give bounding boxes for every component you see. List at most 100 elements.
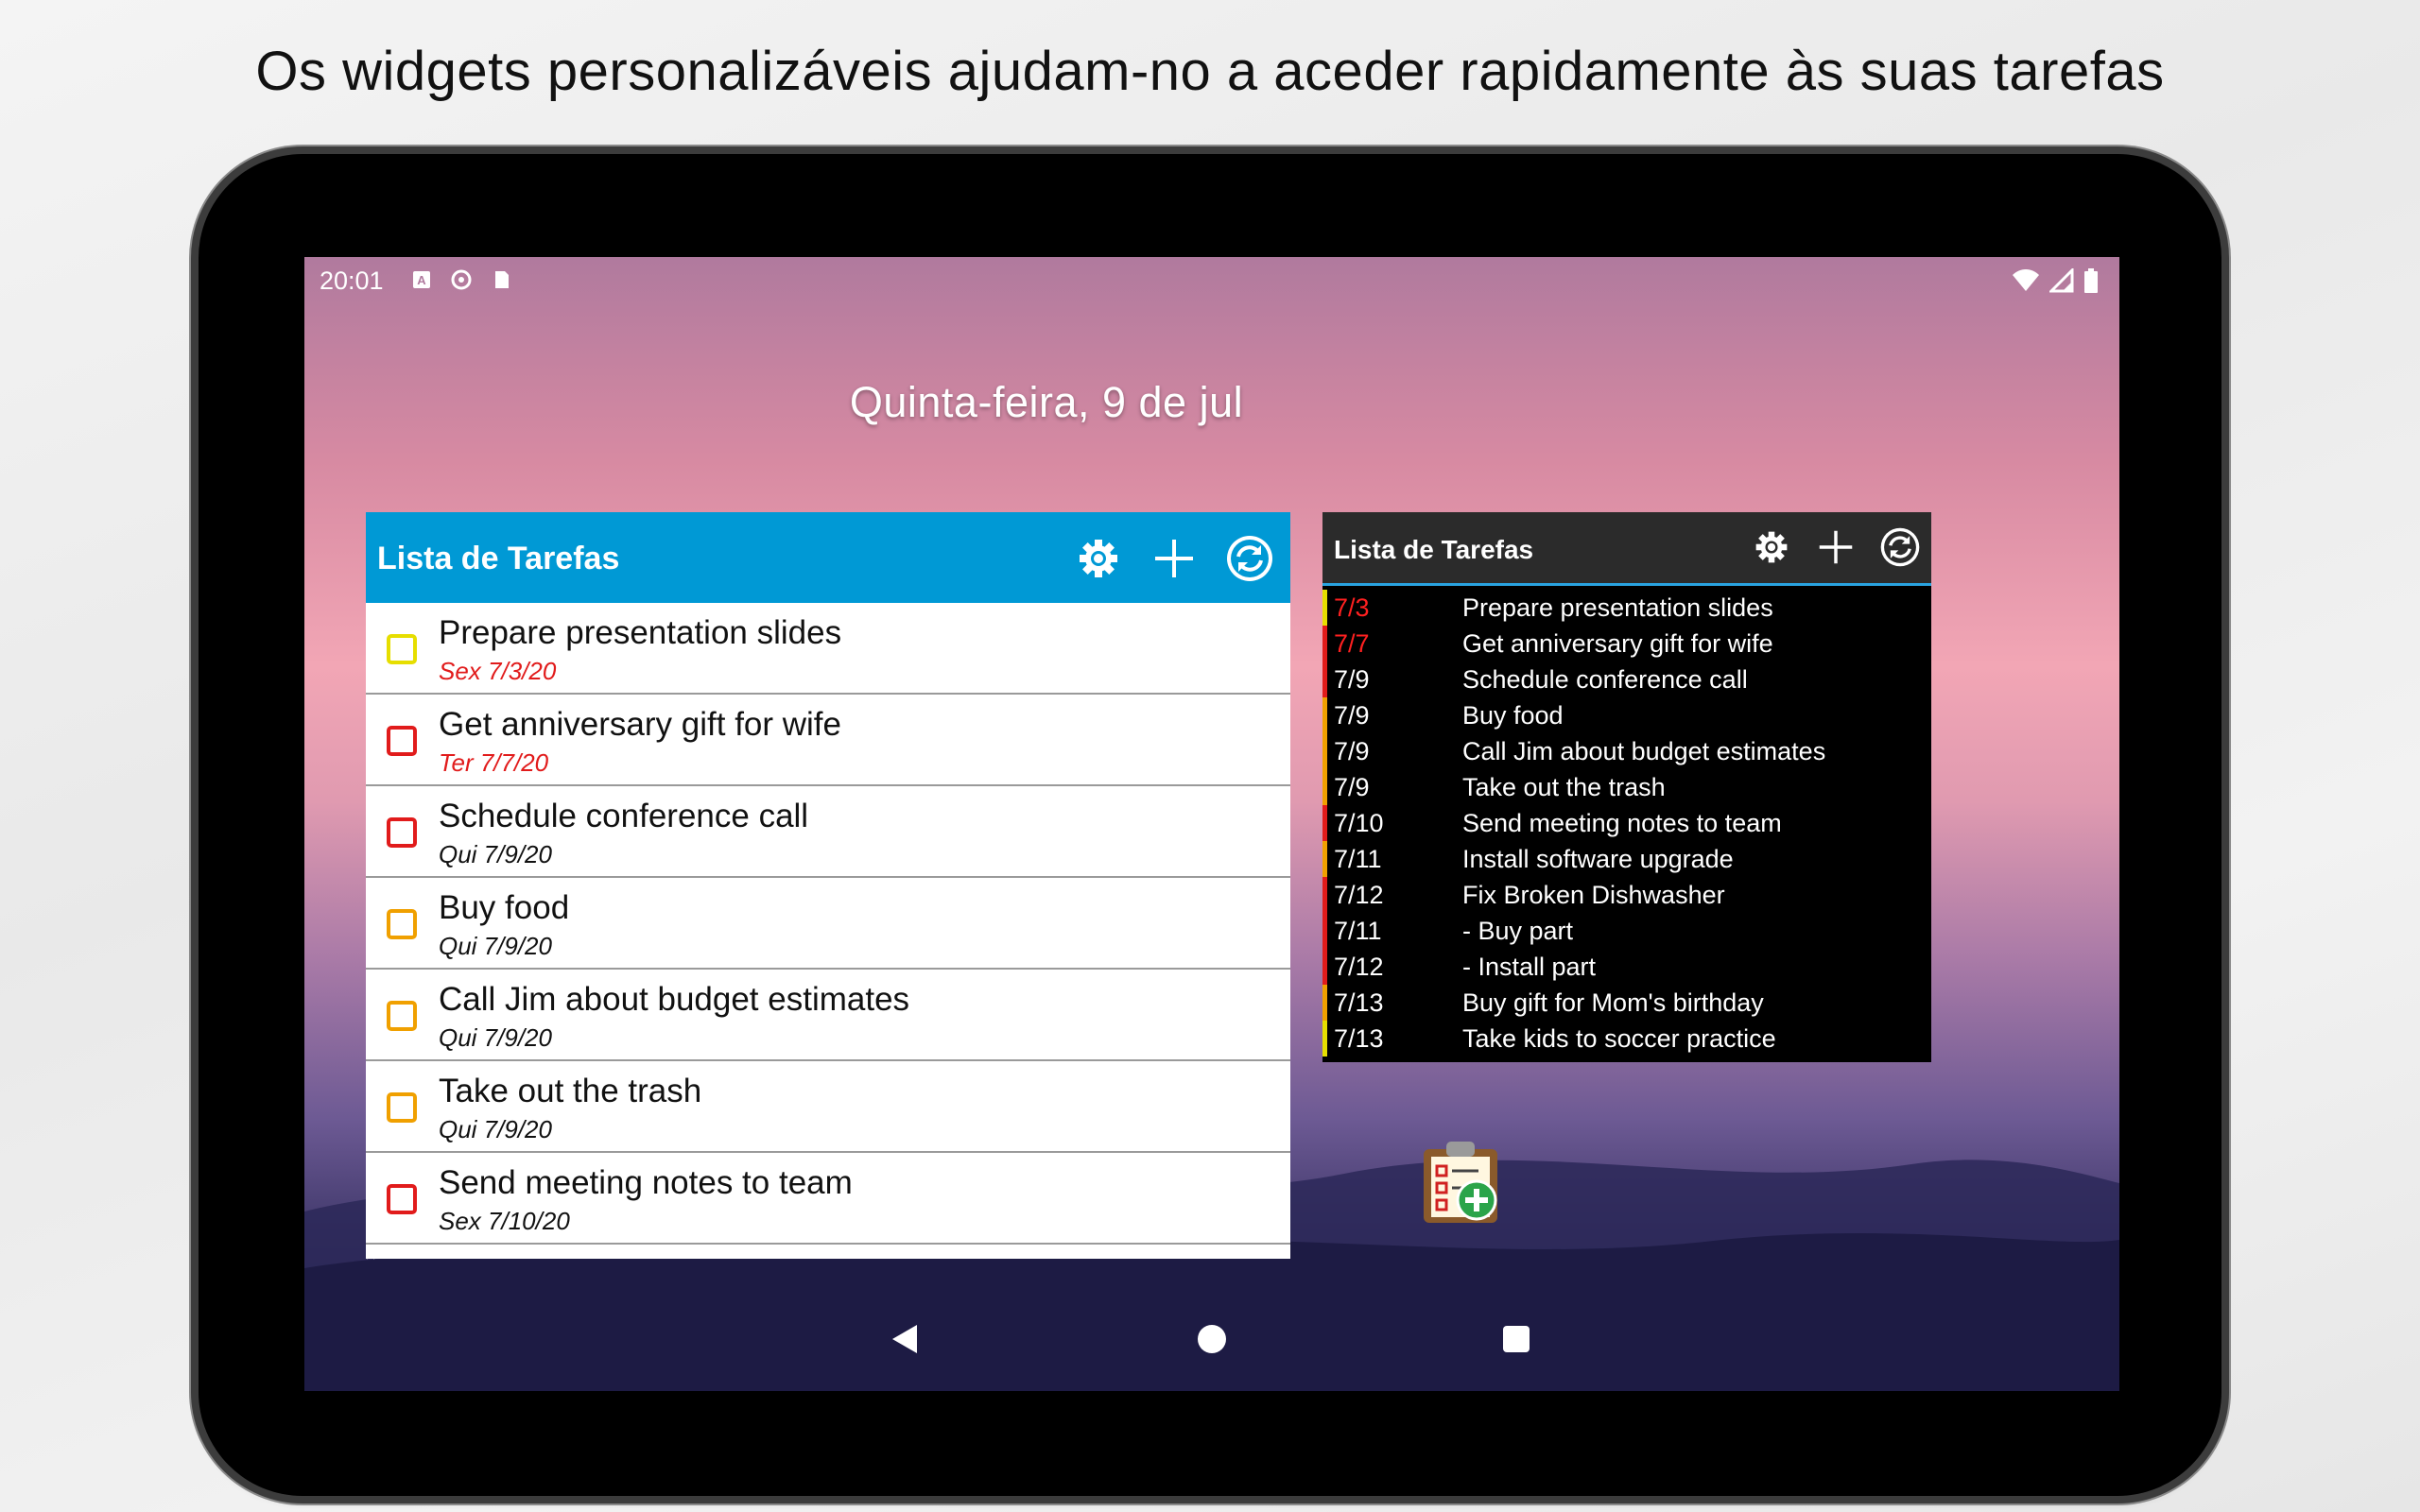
task-title: Call Jim about budget estimates xyxy=(1462,737,1826,765)
task-title: Fix Broken Dishwasher xyxy=(1462,881,1725,909)
headline: Os widgets personalizáveis ajudam-no a a… xyxy=(255,41,2165,102)
task-title: Take out the trash xyxy=(1462,773,1666,801)
task-due-date: 7/9 xyxy=(1334,773,1370,801)
status-bar: 20:01 A xyxy=(304,257,2119,304)
task-title: Get anniversary gift for wife xyxy=(1462,629,1773,658)
task-row[interactable]: Schedule conference call Qui 7/9/20 xyxy=(366,786,1290,878)
task-title: Schedule conference call xyxy=(439,798,809,834)
task-title: Buy food xyxy=(1462,701,1564,730)
wifi-icon xyxy=(2013,269,2039,291)
chevron-up-icon[interactable]: ⌃ xyxy=(361,1249,380,1277)
task-row[interactable]: 7/9 Schedule conference call xyxy=(1322,662,1931,697)
add-task-button[interactable] xyxy=(1147,531,1201,586)
task-row[interactable]: 7/12 - Install part xyxy=(1322,949,1931,985)
task-row[interactable]: 7/10 Send meeting notes to team xyxy=(1322,805,1931,841)
task-title: - Buy part xyxy=(1462,917,1574,945)
sync-button[interactable] xyxy=(1222,531,1277,586)
priority-bar xyxy=(1322,590,1327,626)
tablet-screen: 20:01 A Quinta-feira, 9 de jul Lista de … xyxy=(304,257,2119,1391)
priority-bar xyxy=(1322,949,1327,985)
task-due-date: 7/9 xyxy=(1334,701,1370,730)
task-row[interactable]: 7/11 Install software upgrade xyxy=(1322,841,1931,877)
task-title: Install software upgrade xyxy=(1462,845,1734,873)
task-row[interactable]: Take out the trash Qui 7/9/20 xyxy=(366,1061,1290,1153)
task-due-date: Qui 7/9/20 xyxy=(439,1115,552,1143)
task-due-date: 7/12 xyxy=(1334,881,1384,909)
priority-bar xyxy=(1322,805,1327,841)
task-due-date: 7/3 xyxy=(1334,593,1370,622)
task-checkbox[interactable] xyxy=(387,1184,417,1214)
sd-card-icon xyxy=(495,271,509,288)
task-checkbox[interactable] xyxy=(387,1092,417,1123)
status-time: 20:01 xyxy=(320,266,384,295)
task-due-date: Sex 7/3/20 xyxy=(439,657,557,685)
task-checkbox[interactable] xyxy=(387,634,417,664)
gear-icon xyxy=(1080,540,1117,577)
widget-title[interactable]: Lista de Tarefas xyxy=(1334,535,1533,565)
back-button[interactable] xyxy=(890,1323,919,1355)
task-row[interactable]: Get anniversary gift for wife Ter 7/7/20 xyxy=(366,695,1290,786)
priority-bar xyxy=(1322,877,1327,913)
task-checkbox[interactable] xyxy=(387,909,417,939)
keyboard-a-icon: A xyxy=(413,271,430,288)
task-due-date: 7/12 xyxy=(1334,953,1384,981)
task-widget-light: Lista de Tarefas Prepare presentation sl… xyxy=(366,512,1290,1259)
task-row[interactable]: Call Jim about budget estimates Qui 7/9/2… xyxy=(366,970,1290,1061)
task-row[interactable]: 7/13 Take kids to soccer practice xyxy=(1322,1021,1931,1057)
gear-icon xyxy=(1755,531,1788,563)
task-title: Prepare presentation slides xyxy=(1462,593,1773,622)
settings-button[interactable] xyxy=(1071,531,1126,586)
priority-bar xyxy=(1322,626,1327,662)
task-row[interactable]: 7/9 Call Jim about budget estimates xyxy=(1322,733,1931,769)
sync-icon xyxy=(1880,527,1920,567)
task-row[interactable]: 7/9 Buy food xyxy=(1322,697,1931,733)
task-due-date: 7/11 xyxy=(1334,917,1382,945)
task-row[interactable]: 7/9 Take out the trash xyxy=(1322,769,1931,805)
task-checkbox[interactable] xyxy=(387,1001,417,1031)
task-due-date: Qui 7/9/20 xyxy=(439,932,552,960)
task-title: Take kids to soccer practice xyxy=(1462,1024,1776,1053)
task-row[interactable]: 7/11 - Buy part xyxy=(1322,913,1931,949)
task-title: Buy food xyxy=(439,889,570,926)
task-title: Call Jim about budget estimates xyxy=(439,981,910,1018)
task-checkbox[interactable] xyxy=(387,817,417,848)
task-row[interactable]: 7/7 Get anniversary gift for wife xyxy=(1322,626,1931,662)
task-title: Take out the trash xyxy=(439,1073,702,1109)
priority-bar xyxy=(1322,985,1327,1021)
task-row[interactable]: 7/3 Prepare presentation slides xyxy=(1322,590,1931,626)
add-task-shortcut-icon[interactable] xyxy=(1420,1136,1501,1227)
task-widget-dark: Lista de Tarefas 7/3 Prepare presentatio… xyxy=(1322,512,1931,1062)
task-title: Schedule conference call xyxy=(1462,665,1748,694)
add-task-button[interactable] xyxy=(1812,524,1859,571)
priority-bar xyxy=(1322,1021,1327,1057)
task-row[interactable]: Send meeting notes to team Sex 7/10/20 xyxy=(366,1153,1290,1245)
battery-icon xyxy=(2084,268,2098,293)
widget-title[interactable]: Lista de Tarefas xyxy=(377,541,619,577)
priority-bar xyxy=(1322,913,1327,949)
svg-text:A: A xyxy=(417,273,426,287)
task-due-date: 7/13 xyxy=(1334,1024,1384,1053)
settings-button[interactable] xyxy=(1748,524,1795,571)
nav-bar xyxy=(304,1306,2119,1372)
task-row[interactable]: Buy food Qui 7/9/20 xyxy=(366,878,1290,970)
task-row[interactable]: 7/13 Buy gift for Mom's birthday xyxy=(1322,985,1931,1021)
task-title: Prepare presentation slides xyxy=(439,614,842,651)
task-title: Send meeting notes to team xyxy=(1462,809,1782,837)
task-due-date: 7/11 xyxy=(1334,845,1382,873)
task-due-date: Sex 7/10/20 xyxy=(439,1207,570,1235)
home-button[interactable] xyxy=(1198,1325,1226,1353)
widget-header: Lista de Tarefas xyxy=(366,512,1290,603)
sync-button[interactable] xyxy=(1876,524,1924,571)
task-row[interactable]: Prepare presentation slides Sex 7/3/20 xyxy=(366,603,1290,695)
task-due-date: Ter 7/7/20 xyxy=(439,748,549,777)
task-row[interactable]: 7/12 Fix Broken Dishwasher xyxy=(1322,877,1931,913)
task-due-date: 7/9 xyxy=(1334,737,1370,765)
sync-status-icon xyxy=(451,269,472,290)
task-list-dark: 7/3 Prepare presentation slides 7/7 Get ann… xyxy=(1322,586,1931,1057)
priority-bar xyxy=(1322,733,1327,769)
plus-icon xyxy=(1155,540,1193,577)
task-due-date: Qui 7/9/20 xyxy=(439,840,552,868)
priority-bar xyxy=(1322,662,1327,697)
task-checkbox[interactable] xyxy=(387,726,417,756)
recents-button[interactable] xyxy=(1503,1326,1530,1352)
